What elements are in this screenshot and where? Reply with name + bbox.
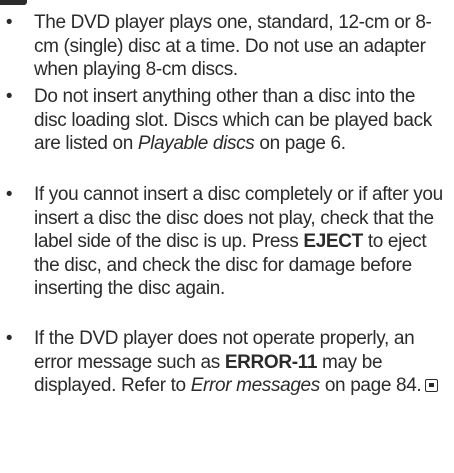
list-item: • The DVD player plays one, standard, 12… <box>0 11 448 82</box>
bullet-icon: • <box>5 184 13 205</box>
list-item-text: Do not insert anything other than a disc… <box>34 86 432 154</box>
note-icon <box>0 0 27 5</box>
playable-discs-reference: Playable discs <box>137 133 255 154</box>
list-item: • If the DVD player does not operate pro… <box>0 327 448 398</box>
error-code: ERROR-11 <box>224 351 318 373</box>
bullet-icon: • <box>5 328 13 349</box>
bullet-icon: • <box>5 86 13 107</box>
end-of-section-icon <box>425 379 439 392</box>
eject-button-label: EJECT <box>303 231 363 252</box>
bullet-icon: • <box>5 12 13 33</box>
error-messages-reference: Error messages <box>190 375 321 396</box>
list-item-text: The DVD player plays one, standard, 12-c… <box>34 12 432 80</box>
list-item-text: If you cannot insert a disc completely o… <box>34 184 443 299</box>
list-item: • Do not insert anything other than a di… <box>0 85 448 156</box>
list-item: • If you cannot insert a disc completely… <box>0 183 448 301</box>
list-item-text: If the DVD player does not operate prope… <box>34 327 448 398</box>
